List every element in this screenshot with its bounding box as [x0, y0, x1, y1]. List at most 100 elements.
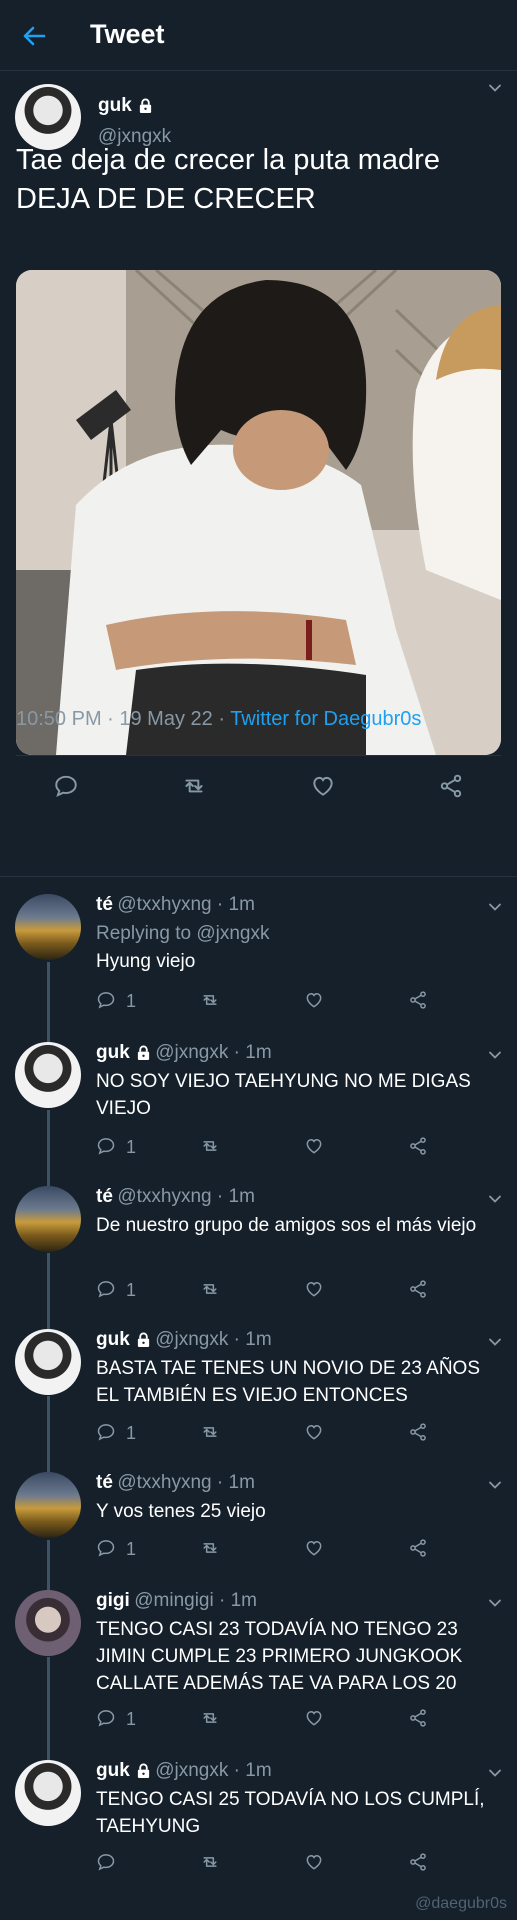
- tweet-actions: [0, 759, 517, 819]
- like-icon: [304, 1708, 324, 1728]
- author-handle[interactable]: @jxngxk · 1m: [155, 1760, 271, 1781]
- share-button[interactable]: [408, 990, 428, 1014]
- replying-to: Replying to @jxngxk: [96, 920, 496, 947]
- author-handle[interactable]: @txxhyxng · 1m: [117, 894, 255, 915]
- reply-actions: [96, 1852, 496, 1876]
- thread-line: [47, 1657, 50, 1760]
- chevron-down-icon[interactable]: [488, 1766, 502, 1780]
- like-icon: [304, 1136, 324, 1156]
- reply-icon: [96, 1136, 116, 1156]
- retweet-button[interactable]: [200, 1708, 220, 1732]
- avatar[interactable]: [15, 894, 81, 960]
- author-name[interactable]: té: [96, 1186, 113, 1207]
- lock-icon: [138, 98, 153, 113]
- reply-button[interactable]: 1: [96, 1279, 136, 1303]
- reply-count: 1: [126, 1137, 137, 1157]
- like-button[interactable]: [304, 1136, 324, 1160]
- reply-text: Y vos tenes 25 viejo: [96, 1501, 266, 1522]
- chevron-down-icon[interactable]: [488, 1192, 502, 1206]
- retweet-button[interactable]: [200, 1852, 220, 1876]
- tweet-meta: 10:50 PM · 19 May 22 · Twitter for Daegu…: [16, 708, 421, 731]
- author-handle[interactable]: @jxngxk · 1m: [155, 1042, 271, 1063]
- thread-line: [47, 1110, 50, 1186]
- author-name[interactable]: gigi: [96, 1590, 130, 1611]
- chevron-down-icon[interactable]: [488, 1335, 502, 1349]
- retweet-button[interactable]: [200, 1422, 220, 1446]
- share-button[interactable]: [408, 1136, 428, 1160]
- chevron-down-icon[interactable]: [488, 1478, 502, 1492]
- tweet-photo[interactable]: [16, 270, 501, 755]
- share-icon: [408, 1422, 428, 1442]
- share-icon[interactable]: [438, 773, 464, 799]
- like-button[interactable]: [304, 1708, 324, 1732]
- chevron-down-icon[interactable]: [488, 1596, 502, 1610]
- reply-actions: 1: [96, 1708, 496, 1732]
- author-handle[interactable]: @txxhyxng · 1m: [117, 1186, 255, 1207]
- reply-text: TENGO CASI 25 TODAVÍA NO LOS CUMPLÍ, TAE…: [96, 1789, 485, 1837]
- like-icon[interactable]: [310, 773, 336, 799]
- back-arrow-icon[interactable]: [20, 22, 48, 50]
- share-button[interactable]: [408, 1538, 428, 1562]
- lock-icon: [136, 1763, 151, 1778]
- reply-button[interactable]: 1: [96, 1136, 136, 1160]
- retweet-icon: [200, 1279, 220, 1299]
- author-handle[interactable]: @jxngxk · 1m: [155, 1329, 271, 1350]
- like-button[interactable]: [304, 1852, 324, 1876]
- author-handle[interactable]: @txxhyxng · 1m: [117, 1472, 255, 1493]
- reply-count: 1: [126, 1423, 137, 1443]
- like-icon: [304, 1538, 324, 1558]
- thread-line: [47, 1396, 50, 1472]
- like-button[interactable]: [304, 1422, 324, 1446]
- reply-button[interactable]: [96, 1852, 116, 1876]
- avatar[interactable]: [15, 1042, 81, 1108]
- author-name[interactable]: guk: [96, 1042, 130, 1063]
- share-icon: [408, 1708, 428, 1728]
- replying-label: Replying to: [96, 923, 197, 944]
- like-icon: [304, 1279, 324, 1299]
- share-button[interactable]: [408, 1708, 428, 1732]
- retweet-button[interactable]: [200, 1136, 220, 1160]
- tweet-text-line: DEJA DE DE CRECER: [16, 183, 316, 215]
- tweet-text: Tae deja de crecer la puta madre DEJA DE…: [16, 141, 496, 219]
- retweet-button[interactable]: [200, 1279, 220, 1303]
- author-name[interactable]: guk: [96, 1329, 130, 1350]
- avatar[interactable]: [15, 1590, 81, 1656]
- share-button[interactable]: [408, 1279, 428, 1303]
- author-name[interactable]: guk: [98, 95, 132, 116]
- avatar[interactable]: [15, 1186, 81, 1252]
- author-name[interactable]: té: [96, 894, 113, 915]
- like-button[interactable]: [304, 1279, 324, 1303]
- like-button[interactable]: [304, 990, 324, 1014]
- reply-button[interactable]: 1: [96, 1538, 136, 1562]
- chevron-down-icon[interactable]: [488, 1048, 502, 1062]
- reply-button[interactable]: 1: [96, 1422, 136, 1446]
- reply-button[interactable]: 1: [96, 1708, 136, 1732]
- share-button[interactable]: [408, 1422, 428, 1446]
- timestamp: 10:50 PM · 19 May 22 ·: [16, 708, 231, 730]
- reply-icon: [96, 1852, 116, 1872]
- retweet-button[interactable]: [200, 1538, 220, 1562]
- like-button[interactable]: [304, 1538, 324, 1562]
- share-icon: [408, 1279, 428, 1299]
- retweet-button[interactable]: [200, 990, 220, 1014]
- avatar[interactable]: [15, 1760, 81, 1826]
- page-title: Tweet: [90, 19, 165, 49]
- avatar[interactable]: [15, 1329, 81, 1395]
- avatar[interactable]: [15, 1472, 81, 1538]
- reply-actions: 1: [96, 1538, 496, 1562]
- retweet-icon: [200, 1136, 220, 1156]
- author-name[interactable]: té: [96, 1472, 113, 1493]
- reply-button[interactable]: 1: [96, 990, 136, 1014]
- author-handle[interactable]: @mingigi · 1m: [134, 1590, 257, 1611]
- tweet-source[interactable]: Twitter for Daegubr0s: [230, 708, 421, 730]
- share-button[interactable]: [408, 1852, 428, 1876]
- author-name[interactable]: guk: [96, 1760, 130, 1781]
- share-icon: [408, 1852, 428, 1872]
- chevron-down-icon[interactable]: [488, 81, 502, 95]
- replying-to-link[interactable]: @jxngxk: [196, 923, 269, 944]
- reply-icon: [96, 1538, 116, 1558]
- retweet-icon[interactable]: [181, 773, 207, 799]
- chevron-down-icon[interactable]: [488, 900, 502, 914]
- top-bar: Tweet: [0, 0, 517, 71]
- reply-icon[interactable]: [53, 773, 79, 799]
